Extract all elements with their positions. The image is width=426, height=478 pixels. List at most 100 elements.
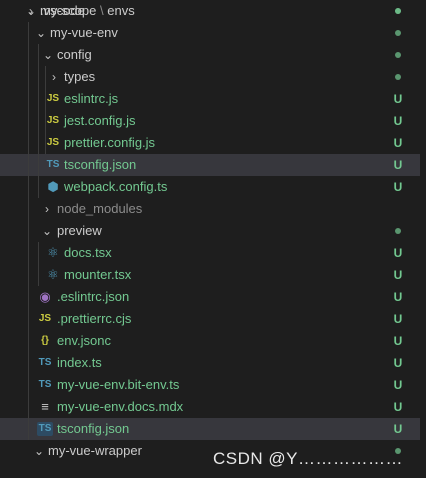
tree-label: types [64,69,96,84]
tree-label: my-vue-env [50,25,118,40]
json-braces-icon: {} [41,335,49,346]
tree-file-tsconfig-json[interactable]: TS tsconfig.json U [0,418,420,440]
watermark-text: CSDN @Y……………… [213,449,403,468]
modified-dot-icon [395,52,401,58]
tree-folder-my-vue-env[interactable]: ⌄ my-vue-env [0,22,420,44]
webpack-icon: ⬢ [47,179,59,194]
tree-folder-my-scope-envs[interactable]: ⌄ my-scope \ envs [0,0,420,22]
indent-guide [38,66,39,88]
indent-guide [28,110,29,132]
indent-guide [28,264,29,286]
indent-guide [28,66,29,88]
tree-label: eslintrc.js [64,91,119,106]
git-status-badge: U [393,180,403,194]
indent-guide [28,88,29,110]
git-status-badge: U [393,114,403,128]
javascript-file-icon: JS [46,93,60,104]
tree-label: node_modules [57,201,143,216]
tree-label: my-vue-wrapper [48,443,142,458]
tree-label: tsconfig.json [64,157,137,172]
indent-guide [45,66,46,88]
indent-guide [28,308,29,330]
modified-dot-icon [395,74,401,80]
indent-guide [28,242,29,264]
breadcrumb-segment-my-scope: my-scope [40,3,97,18]
modified-dot-icon [395,30,401,36]
chevron-down-icon: ⌄ [35,26,47,40]
tree-file-eslintrc-json[interactable]: ◉ .eslintrc.json U [0,286,420,308]
indent-guide [38,88,39,110]
git-status-badge: U [393,136,403,150]
tree-label: my-vue-env.bit-env.ts [57,377,180,392]
indent-guide [38,132,39,154]
indent-guide [28,396,29,418]
tree-label: webpack.config.ts [64,179,168,194]
tree-file-env-jsonc[interactable]: {} env.jsonc U [0,330,420,352]
tree-file-index-ts[interactable]: TS index.ts U [0,352,420,374]
indent-guide [28,418,29,440]
git-status-badge: U [393,312,403,326]
git-status-badge: U [393,334,403,348]
tree-label: tsconfig.json [57,421,130,436]
eslint-icon: ◉ [39,289,51,304]
indent-guide [28,352,29,374]
indent-guide [38,154,39,176]
tree-label: my-scope \ envs [40,0,135,22]
tree-label: jest.config.js [64,113,136,128]
typescript-config-icon: TS [46,159,60,170]
indent-guide [28,44,29,66]
indent-guide [38,110,39,132]
react-icon: ⚛ [47,267,59,282]
tree-folder-node-modules[interactable]: › node_modules [0,198,420,220]
indent-guide [28,330,29,352]
tree-label: .prettierrc.cjs [57,311,132,326]
modified-dot-icon [395,228,401,234]
modified-dot-icon [395,8,401,14]
tree-folder-types[interactable]: › types [0,66,420,88]
chevron-down-icon: ⌄ [41,224,53,238]
tree-label: prettier.config.js [64,135,156,150]
git-status-badge: U [393,246,403,260]
indent-guide [28,22,29,44]
tree-label: preview [57,223,102,238]
indent-guide [28,132,29,154]
indent-guide [38,264,39,286]
tree-file-prettierrc-cjs[interactable]: JS .prettierrc.cjs U [0,308,420,330]
tree-file-mounter-tsx[interactable]: ⚛ mounter.tsx U [0,264,420,286]
tree-file-docs-tsx[interactable]: ⚛ docs.tsx U [0,242,420,264]
indent-guide [28,374,29,396]
typescript-file-icon: TS [38,357,52,368]
chevron-down-icon: ⌄ [25,4,37,18]
indent-guide [28,220,29,242]
tree-label: docs.tsx [64,245,112,260]
indent-guide [38,176,39,198]
tree-file-my-vue-env-bit-env-ts[interactable]: TS my-vue-env.bit-env.ts U [0,374,420,396]
typescript-file-icon: TS [38,379,52,390]
chevron-right-icon: › [45,202,49,216]
tree-file-my-vue-env-docs-mdx[interactable]: ≡ my-vue-env.docs.mdx U [0,396,420,418]
git-status-badge: U [393,158,403,172]
vertical-scrollbar[interactable] [420,0,426,478]
explorer-tree: › .vscode ⌄ my-scope \ envs ⌄ my-vue-env… [0,0,420,478]
tree-file-tsconfig-json-config[interactable]: TS tsconfig.json U [0,154,420,176]
javascript-file-icon: JS [46,115,60,126]
tree-folder-preview[interactable]: ⌄ preview [0,220,420,242]
chevron-down-icon: ⌄ [42,48,54,62]
chevron-right-icon: › [52,70,56,84]
tree-label: env.jsonc [57,333,111,348]
indent-guide [28,286,29,308]
indent-guide [28,176,29,198]
indent-guide [38,242,39,264]
tree-label: mounter.tsx [64,267,132,282]
javascript-file-icon: JS [46,137,60,148]
tree-file-eslintrc-js[interactable]: JS eslintrc.js U [0,88,420,110]
react-icon: ⚛ [47,245,59,260]
tree-folder-config[interactable]: ⌄ config [0,44,420,66]
tree-label: index.ts [57,355,102,370]
git-status-badge: U [393,400,403,414]
tree-file-prettier-config-js[interactable]: JS prettier.config.js U [0,132,420,154]
tree-file-jest-config-js[interactable]: JS jest.config.js U [0,110,420,132]
git-status-badge: U [393,356,403,370]
tree-label: .eslintrc.json [57,289,130,304]
tree-file-webpack-config-ts[interactable]: ⬢ webpack.config.ts U [0,176,420,198]
